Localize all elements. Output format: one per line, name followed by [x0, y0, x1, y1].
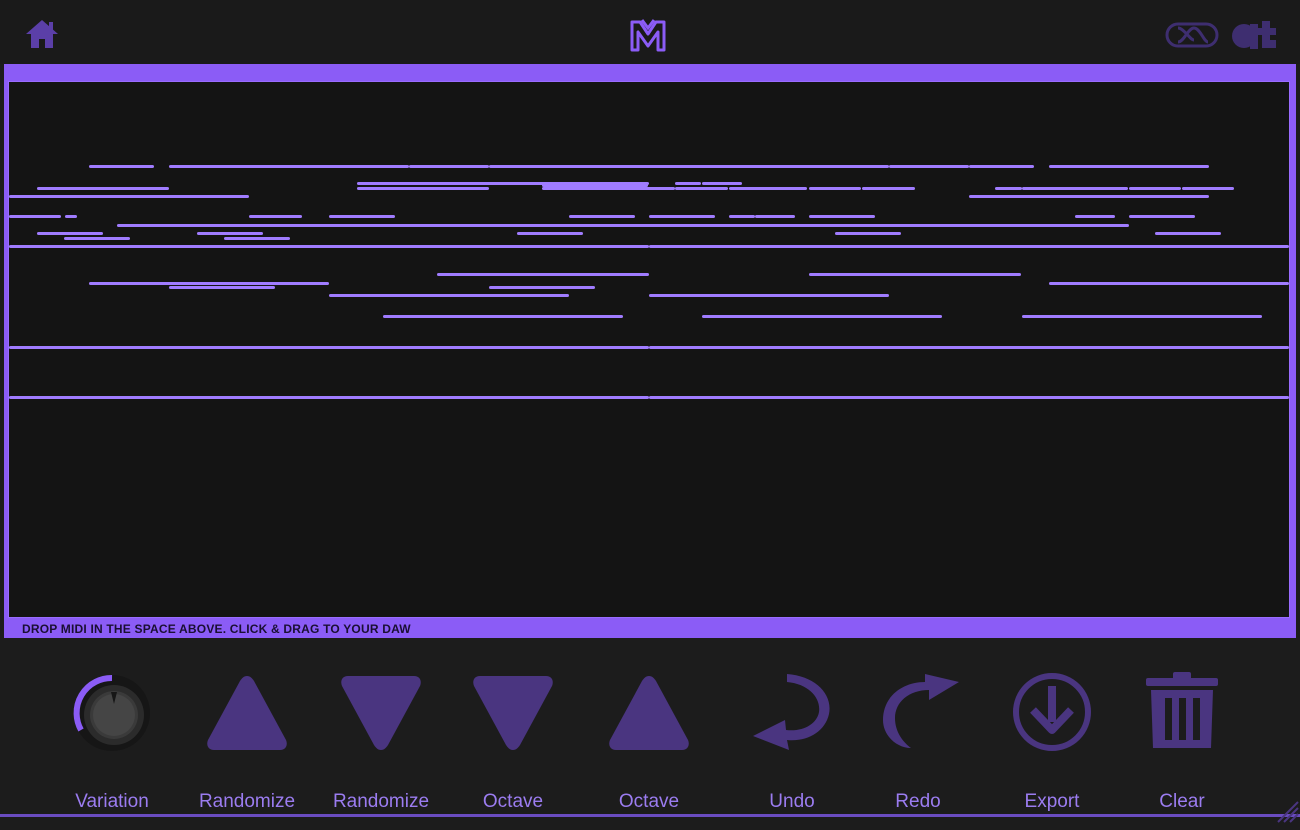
midi-note[interactable]	[383, 315, 623, 318]
octave-down-label: Octave	[482, 791, 544, 812]
midi-note[interactable]	[37, 232, 103, 235]
midi-note[interactable]	[969, 165, 1034, 168]
midi-note[interactable]	[729, 215, 755, 218]
midi-note[interactable]	[755, 215, 795, 218]
triangle-up-icon	[609, 676, 689, 750]
variation-label: Variation	[75, 791, 149, 812]
midi-note[interactable]	[835, 232, 901, 235]
download-icon	[1013, 673, 1091, 751]
redo-arrow-icon	[883, 674, 959, 748]
midi-note[interactable]	[1182, 187, 1234, 190]
export-button[interactable]: Export	[997, 670, 1107, 812]
m-logo-icon	[630, 19, 666, 52]
midi-note[interactable]	[197, 232, 263, 235]
midi-note[interactable]	[489, 286, 595, 289]
midi-note[interactable]	[702, 315, 942, 318]
midi-note[interactable]	[169, 286, 275, 289]
midi-note[interactable]	[969, 195, 1209, 198]
randomize-up-label: Randomize	[198, 791, 296, 812]
midi-note[interactable]	[489, 165, 889, 168]
piano-roll-drop-area[interactable]	[8, 81, 1290, 618]
midi-note[interactable]	[542, 187, 675, 190]
midi-note[interactable]	[9, 396, 649, 399]
midi-note[interactable]	[889, 165, 969, 168]
home-icon[interactable]	[24, 18, 60, 50]
control-bar: Variation Randomize Randomize Octave Oct	[0, 638, 1300, 820]
midi-note[interactable]	[9, 215, 61, 218]
triangle-down-icon	[473, 676, 553, 750]
top-bar	[0, 0, 1300, 64]
at-brand-icon[interactable]	[1230, 18, 1280, 52]
midi-plugin-window: DROP MIDI IN THE SPACE ABOVE. CLICK & DR…	[0, 0, 1300, 830]
redo-button[interactable]: Redo	[863, 670, 973, 812]
midi-note[interactable]	[64, 237, 130, 240]
octave-up-button[interactable]: Octave	[594, 670, 704, 812]
octave-down-button[interactable]: Octave	[458, 670, 568, 812]
midi-note[interactable]	[809, 273, 1021, 276]
midi-note[interactable]	[569, 215, 635, 218]
midi-note[interactable]	[649, 215, 715, 218]
redo-label: Redo	[895, 791, 941, 812]
midi-note[interactable]	[1049, 282, 1289, 285]
midi-note[interactable]	[809, 187, 861, 190]
triangle-up-icon	[207, 676, 287, 750]
midi-note[interactable]	[409, 165, 489, 168]
randomize-down-button[interactable]: Randomize	[326, 670, 436, 812]
clear-label: Clear	[1159, 791, 1205, 812]
midi-note[interactable]	[649, 396, 1289, 399]
midi-note[interactable]	[649, 245, 1289, 248]
midi-note[interactable]	[224, 237, 290, 240]
piano-roll-frame: DROP MIDI IN THE SPACE ABOVE. CLICK & DR…	[4, 64, 1296, 638]
infinity-link-icon[interactable]	[1164, 18, 1220, 52]
clear-button[interactable]: Clear	[1127, 670, 1237, 812]
bottom-border	[0, 814, 1300, 817]
randomize-down-label: Randomize	[332, 791, 430, 812]
midi-note[interactable]	[9, 346, 649, 349]
midi-note[interactable]	[89, 282, 329, 285]
midi-note[interactable]	[995, 187, 1022, 190]
midi-note[interactable]	[249, 215, 302, 218]
midi-note[interactable]	[1155, 232, 1221, 235]
trash-icon	[1146, 672, 1218, 748]
midi-note[interactable]	[89, 165, 154, 168]
variation-knob[interactable]: Variation	[57, 670, 167, 812]
midi-note[interactable]	[729, 187, 807, 190]
midi-note[interactable]	[649, 294, 889, 297]
midi-note[interactable]	[1129, 215, 1195, 218]
drop-hint-text: DROP MIDI IN THE SPACE ABOVE. CLICK & DR…	[22, 622, 411, 636]
midi-note[interactable]	[169, 165, 409, 168]
midi-note[interactable]	[1022, 315, 1262, 318]
midi-note[interactable]	[862, 187, 915, 190]
midi-note[interactable]	[117, 224, 1129, 227]
undo-label: Undo	[769, 791, 815, 812]
midi-note[interactable]	[649, 346, 1289, 349]
midi-note[interactable]	[9, 245, 649, 248]
randomize-up-button[interactable]: Randomize	[192, 670, 302, 812]
undo-arrow-icon	[753, 674, 830, 750]
resize-grip-icon[interactable]	[1274, 798, 1300, 824]
midi-note[interactable]	[329, 215, 395, 218]
knob-icon[interactable]	[67, 670, 157, 760]
midi-note[interactable]	[9, 195, 249, 198]
midi-note[interactable]	[409, 182, 489, 185]
midi-note[interactable]	[329, 294, 569, 297]
midi-note[interactable]	[809, 215, 875, 218]
undo-button[interactable]: Undo	[737, 670, 847, 812]
midi-note[interactable]	[357, 187, 489, 190]
midi-note[interactable]	[1049, 165, 1209, 168]
triangle-down-icon	[341, 676, 421, 750]
midi-note[interactable]	[675, 187, 728, 190]
midi-note[interactable]	[437, 273, 649, 276]
octave-up-label: Octave	[618, 791, 680, 812]
midi-note[interactable]	[65, 215, 77, 218]
midi-note[interactable]	[702, 182, 742, 185]
midi-note[interactable]	[37, 187, 169, 190]
midi-note[interactable]	[1129, 187, 1181, 190]
midi-note[interactable]	[517, 232, 583, 235]
midi-note[interactable]	[675, 182, 701, 185]
export-label: Export	[1024, 791, 1080, 812]
midi-note[interactable]	[1075, 215, 1115, 218]
midi-note[interactable]	[1022, 187, 1128, 190]
